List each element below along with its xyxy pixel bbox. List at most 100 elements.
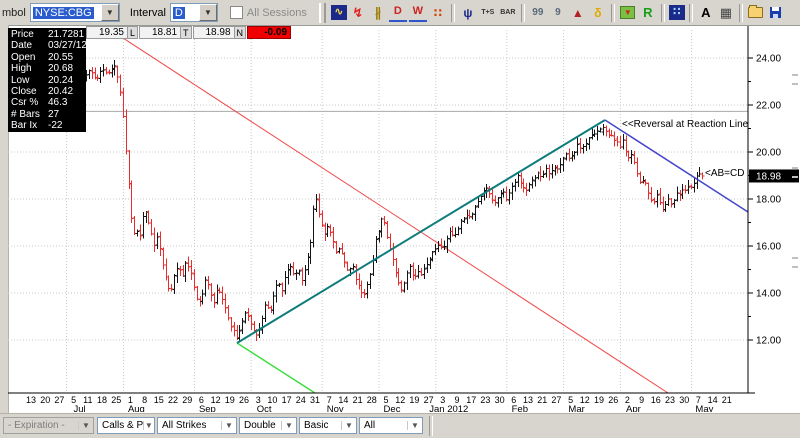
net-change-value: -0.09 xyxy=(247,26,291,39)
month-label: May xyxy=(695,404,713,412)
toolbar-icon-bar: ∿↯∦DW∷ψT+SBAR999▲δ▼R∷A▦ xyxy=(315,3,786,23)
profile-icon[interactable]: ψ xyxy=(459,4,477,21)
chart-annotation: <<Reversal at Reaction Line xyxy=(622,119,749,130)
filter-dropdown-all[interactable]: All▼ xyxy=(359,417,423,434)
t-tag: T xyxy=(181,26,192,39)
x-tick-label: 23 xyxy=(480,395,490,405)
price-tick-label: 18.00 xyxy=(756,195,781,206)
double-nine-icon[interactable]: 99 xyxy=(529,4,547,21)
all-sessions-checkbox-group[interactable]: All Sessions xyxy=(230,6,307,19)
x-tick-label: 19 xyxy=(225,395,235,405)
toolbar-separator xyxy=(319,3,326,23)
x-tick-label: 30 xyxy=(495,395,505,405)
symbol-combobox[interactable]: NYSE:CBG ▼ xyxy=(30,3,120,22)
price-tick-label: 22.00 xyxy=(756,101,781,112)
bar-data-icon[interactable]: BAR xyxy=(499,4,517,21)
quote-strip: 19.35 L 18.81 T 18.98 N -0.09 xyxy=(86,26,291,39)
x-tick-label: 18 xyxy=(97,395,107,405)
edge-grip[interactable] xyxy=(792,74,798,85)
matrix-icon[interactable]: ∷ xyxy=(669,5,685,20)
price-tick-label: 20.00 xyxy=(756,148,781,159)
chevron-down-icon[interactable]: ▼ xyxy=(78,421,93,430)
data-panel-row: Price21.7281 xyxy=(11,29,86,40)
chevron-down-icon[interactable]: ▼ xyxy=(281,421,296,430)
data-panel-value: 27 xyxy=(48,109,59,120)
data-panel-value: 20.42 xyxy=(48,86,73,97)
chart-annotation: <AB=CD xyxy=(705,168,744,179)
filter-dropdown-all-strikes[interactable]: All Strikes ▼ xyxy=(157,417,237,434)
time-sales-icon[interactable]: T+S xyxy=(479,4,497,21)
cursor-data-panel: Price21.7281Date03/27/12Open20.55High20.… xyxy=(8,28,86,132)
save-icon[interactable] xyxy=(767,4,785,21)
chart-canvas[interactable]: 24.0022.0020.0018.0016.0014.0012.00<<Rev… xyxy=(8,26,800,412)
edge-grip[interactable] xyxy=(792,167,798,178)
dropdown-selected-value: Calls & Puts xyxy=(98,420,143,431)
filter-dropdown-double[interactable]: Double ▼ xyxy=(239,417,297,434)
tv-chart-icon[interactable]: ▼ xyxy=(619,4,637,21)
month-label: Apr xyxy=(626,404,641,412)
dropdown-selected-value: All Strikes xyxy=(158,420,206,431)
nine-icon[interactable]: 9 xyxy=(549,4,567,21)
month-label: Aug xyxy=(128,404,145,412)
flame-icon[interactable]: ▲ xyxy=(569,4,587,21)
toolbar-separator xyxy=(689,4,693,22)
chevron-down-icon[interactable]: ▼ xyxy=(143,421,154,430)
zigzag-trendline-icon[interactable]: ↯ xyxy=(349,4,367,21)
dropdown-selected-value: Double xyxy=(240,420,276,431)
last-price-badge-label: 18.98 xyxy=(756,171,781,182)
dropdown-selected-value: Basic xyxy=(300,420,328,431)
data-panel-row: Csr %46.3 xyxy=(11,97,86,108)
x-tick-label: 23 xyxy=(665,395,675,405)
chevron-down-icon[interactable]: ▼ xyxy=(199,4,217,21)
all-sessions-checkbox[interactable] xyxy=(230,6,243,19)
chevron-down-icon[interactable]: ▼ xyxy=(341,421,356,430)
interval-label: Interval xyxy=(130,7,166,19)
top-toolbar: mbol NYSE:CBG ▼ Interval D ▼ All Session… xyxy=(0,0,800,26)
data-panel-label: High xyxy=(11,63,48,74)
x-tick-label: 16 xyxy=(651,395,661,405)
symbol-field-label: mbol xyxy=(2,7,26,19)
n-tag: N xyxy=(235,26,247,39)
month-label: Jan 2012 xyxy=(429,404,468,412)
month-label: Dec xyxy=(384,404,401,412)
data-panel-row: # Bars27 xyxy=(11,109,86,120)
filter-dropdown-calls-puts[interactable]: Calls & Puts▼ xyxy=(97,417,155,434)
x-tick-label: 22 xyxy=(168,395,178,405)
r-icon[interactable]: R xyxy=(639,4,657,21)
price-chart[interactable]: 24.0022.0020.0018.0016.0014.0012.00<<Rev… xyxy=(8,26,800,412)
data-panel-label: Price xyxy=(11,29,48,40)
filter-dropdown-basic[interactable]: Basic ▼ xyxy=(299,417,357,434)
price-tick-label: 16.00 xyxy=(756,242,781,253)
x-tick-label: 26 xyxy=(608,395,618,405)
data-panel-value: 21.7281 xyxy=(48,29,84,40)
toolbar-separator xyxy=(611,4,615,22)
price-tick-label: 24.00 xyxy=(756,54,781,65)
interval-value: D xyxy=(173,7,185,19)
data-panel-value: 46.3 xyxy=(48,97,67,108)
edge-grip[interactable] xyxy=(792,257,798,268)
bars-slash-icon[interactable]: ∦ xyxy=(369,4,387,21)
data-panel-row: Open20.55 xyxy=(11,52,86,63)
data-panel-row: Bar Ix-22 xyxy=(11,120,86,131)
w-lines-icon[interactable]: W xyxy=(409,3,427,22)
data-panel-label: Csr % xyxy=(11,97,48,108)
chevron-down-icon[interactable]: ▼ xyxy=(101,4,119,21)
x-tick-label: 28 xyxy=(367,395,377,405)
x-tick-label: 29 xyxy=(182,395,192,405)
data-panel-label: Open xyxy=(11,52,48,63)
text-tool-icon[interactable]: A xyxy=(697,4,715,21)
data-panel-value: 20.68 xyxy=(48,63,73,74)
data-panel-row: High20.68 xyxy=(11,63,86,74)
chevron-down-icon[interactable]: ▼ xyxy=(407,421,422,430)
interval-combobox[interactable]: D ▼ xyxy=(170,3,218,22)
d-lines-icon[interactable]: D xyxy=(389,3,407,22)
data-panel-label: # Bars xyxy=(11,109,48,120)
open-folder-icon[interactable] xyxy=(747,4,765,21)
quote-dots-icon[interactable]: ∷ xyxy=(429,4,447,21)
delta-icon[interactable]: δ xyxy=(589,4,607,21)
wave-indicator-icon[interactable]: ∿ xyxy=(331,5,347,20)
x-tick-label: 19 xyxy=(409,395,419,405)
chevron-down-icon[interactable]: ▼ xyxy=(221,421,236,430)
filter-dropdown-expiration[interactable]: - Expiration -▼ xyxy=(3,417,94,434)
grid-icon[interactable]: ▦ xyxy=(717,4,735,21)
